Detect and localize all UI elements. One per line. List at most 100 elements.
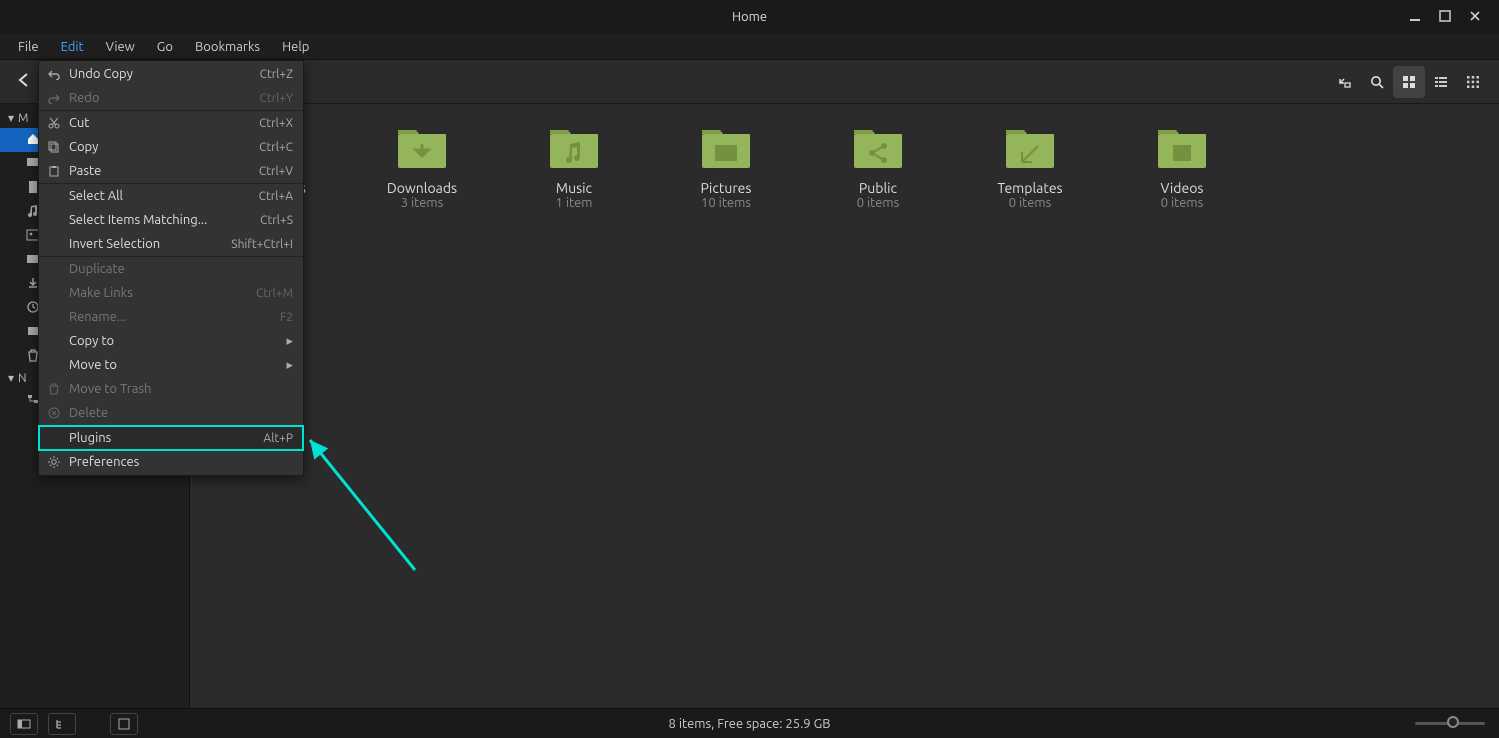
menu-item-select-all[interactable]: Select All Ctrl+A: [39, 184, 303, 208]
folder-public[interactable]: Public 0 items: [838, 122, 918, 210]
menu-item-label: Paste: [67, 164, 253, 178]
folder-icon: [848, 122, 908, 172]
folder-label: Public: [859, 180, 897, 196]
paste-icon: [47, 165, 61, 177]
menu-item-label: Invert Selection: [67, 237, 225, 251]
menu-item-label: Rename...: [67, 310, 274, 324]
menu-item-label: Plugins: [67, 431, 257, 445]
folder-icon: [392, 122, 452, 172]
minimize-icon[interactable]: [1409, 10, 1421, 25]
folder-videos[interactable]: Videos 0 items: [1142, 122, 1222, 210]
folder-templates[interactable]: Templates 0 items: [990, 122, 1070, 210]
menu-item-label: Duplicate: [67, 262, 293, 276]
menu-item-make-links: Make Links Ctrl+M: [39, 281, 303, 305]
cut-icon: [47, 117, 61, 129]
chevron-right-icon: ▸: [286, 358, 293, 373]
back-button[interactable]: [10, 71, 38, 93]
menu-item-label: Copy to: [67, 334, 280, 348]
delete-icon: [47, 407, 61, 419]
folder-icon: [696, 122, 756, 172]
toggle-location-icon[interactable]: [1329, 66, 1361, 98]
folder-subtitle: 10 items: [701, 196, 751, 210]
folder-subtitle: 0 items: [1009, 196, 1052, 210]
folder-icon: [1000, 122, 1060, 172]
menu-item-cut[interactable]: CutCtrl+X: [39, 111, 303, 135]
folder-music[interactable]: Music 1 item: [534, 122, 614, 210]
menu-item-delete: Delete: [39, 401, 303, 425]
folder-icon: [544, 122, 604, 172]
folder-label: Templates: [997, 180, 1062, 196]
menu-item-label: Redo: [67, 91, 254, 105]
folder-label: Videos: [1161, 180, 1204, 196]
menu-edit[interactable]: Edit: [51, 37, 94, 57]
folder-label: Downloads: [387, 180, 457, 196]
gear-icon: [47, 456, 61, 468]
folder-subtitle: 0 items: [1161, 196, 1204, 210]
folder-downloads[interactable]: Downloads 3 items: [382, 122, 462, 210]
menu-item-shortcut: Ctrl+Z: [260, 68, 293, 81]
menu-help[interactable]: Help: [272, 37, 319, 57]
menu-item-plugins[interactable]: Plugins Alt+P: [39, 426, 303, 450]
maximize-icon[interactable]: [1439, 10, 1451, 25]
menu-item-undo-copy[interactable]: Undo Copy Ctrl+Z: [39, 62, 303, 86]
menu-item-rename: Rename...F2: [39, 305, 303, 329]
search-icon[interactable]: [1361, 66, 1393, 98]
menu-item-label: Make Links: [67, 286, 250, 300]
menu-item-label: Cut: [67, 116, 253, 130]
close-icon[interactable]: [1469, 10, 1481, 25]
menubar: File Edit View Go Bookmarks Help: [0, 34, 1499, 60]
menu-file[interactable]: File: [8, 37, 49, 57]
folder-icon: [1152, 122, 1212, 172]
menu-item-label: Copy: [67, 140, 253, 154]
chevron-right-icon: ▸: [286, 334, 293, 349]
menu-item-preferences[interactable]: Preferences: [39, 450, 303, 474]
menu-item-label: Move to Trash: [67, 382, 293, 396]
menu-item-label: Delete: [67, 406, 293, 420]
menu-item-move-to[interactable]: Move to ▸: [39, 353, 303, 377]
menu-item-label: Undo Copy: [67, 67, 254, 81]
folder-label: Pictures: [701, 180, 752, 196]
folder-subtitle: 1 item: [556, 196, 593, 210]
menu-go[interactable]: Go: [147, 37, 183, 57]
statusbar: 8 items, Free space: 25.9 GB: [0, 708, 1499, 738]
menu-item-shortcut: Alt+P: [263, 432, 293, 445]
folder-pictures[interactable]: Pictures 10 items: [686, 122, 766, 210]
menu-item-select-items-matching[interactable]: Select Items Matching... Ctrl+S: [39, 208, 303, 232]
zoom-slider[interactable]: [1415, 722, 1485, 725]
menu-item-copy[interactable]: Copy Ctrl+C: [39, 135, 303, 159]
undo-icon: [47, 68, 61, 80]
menu-item-shortcut: Ctrl+Y: [260, 92, 293, 105]
edit-menu-dropdown: Undo Copy Ctrl+Z Redo Ctrl+Y CutCtrl+X Copy Ct…: [38, 60, 304, 476]
menu-item-shortcut: Ctrl+V: [259, 165, 293, 178]
folder-view[interactable]: Documents 4 items Downloads 3 items Musi…: [190, 104, 1499, 708]
menu-item-shortcut: Ctrl+M: [256, 287, 293, 300]
menu-item-label: Select All: [67, 189, 253, 203]
menu-item-label: Move to: [67, 358, 280, 372]
list-view-button[interactable]: [1425, 66, 1457, 98]
menu-item-shortcut: Ctrl+S: [260, 214, 293, 227]
window-title: Home: [732, 10, 767, 24]
menu-item-duplicate: Duplicate: [39, 257, 303, 281]
window-controls: [1409, 0, 1493, 34]
folder-subtitle: 0 items: [857, 196, 900, 210]
copy-icon: [47, 141, 61, 153]
menu-item-paste[interactable]: Paste Ctrl+V: [39, 159, 303, 183]
show-treeview-button[interactable]: [48, 713, 76, 735]
show-places-button[interactable]: [10, 713, 38, 735]
trash-icon: [47, 383, 61, 395]
titlebar: Home: [0, 0, 1499, 34]
redo-icon: [47, 92, 61, 104]
icon-view-button[interactable]: [1393, 66, 1425, 98]
menu-item-shortcut: Ctrl+C: [259, 141, 293, 154]
menu-bookmarks[interactable]: Bookmarks: [185, 37, 270, 57]
menu-item-shortcut: Shift+Ctrl+I: [231, 238, 293, 251]
menu-item-redo: Redo Ctrl+Y: [39, 86, 303, 110]
folder-label: Music: [556, 180, 592, 196]
menu-item-invert-selection[interactable]: Invert Selection Shift+Ctrl+I: [39, 232, 303, 256]
compact-view-button[interactable]: [1457, 66, 1489, 98]
menu-item-label: Select Items Matching...: [67, 213, 254, 227]
close-sidebar-button[interactable]: [110, 713, 138, 735]
menu-view[interactable]: View: [96, 37, 145, 57]
menu-item-shortcut: Ctrl+A: [259, 190, 293, 203]
menu-item-copy-to[interactable]: Copy to ▸: [39, 329, 303, 353]
